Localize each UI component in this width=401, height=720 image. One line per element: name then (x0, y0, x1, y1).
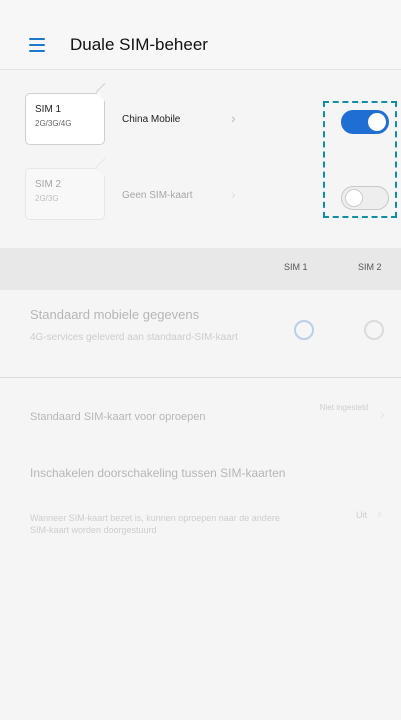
sim1-carrier[interactable]: China Mobile (122, 114, 180, 125)
page-title: Duale SIM-beheer (70, 35, 208, 54)
column-sim1: SIM 1 (284, 262, 308, 272)
sim2-toggle[interactable] (341, 186, 389, 210)
chevron-right-icon[interactable]: › (380, 406, 385, 422)
sim1-data-radio[interactable] (294, 320, 314, 340)
default-data-title: Standaard mobiele gegevens (30, 307, 200, 322)
sim1-network: 2G/3G/4G (35, 119, 72, 128)
chevron-right-icon[interactable]: › (231, 110, 236, 126)
sim2-name: SIM 2 (35, 179, 62, 190)
default-calls-title: Standaard SIM-kaart voor oproepen (30, 411, 206, 423)
sim2-carrier[interactable]: Geen SIM-kaart (122, 190, 193, 201)
chevron-right-icon[interactable]: › (377, 505, 382, 521)
top-bar: Duale SIM-beheer (0, 0, 401, 70)
sim2-card-icon: SIM 2 2G/3G (25, 168, 105, 220)
sim1-name: SIM 1 (35, 104, 62, 115)
call-forwarding-value: Uit (356, 510, 367, 520)
sim2-network: 2G/3G (35, 194, 59, 203)
column-sim2: SIM 2 (358, 262, 382, 272)
menu-icon[interactable] (29, 38, 45, 52)
sim2-data-radio[interactable] (364, 320, 384, 340)
call-forwarding-title: Inschakelen doorschakeling tussen SIM-ka… (30, 466, 286, 480)
call-forwarding-description: Wanneer SIM-kaart bezet is, kunnen oproe… (30, 513, 280, 535)
sim1-toggle[interactable] (341, 110, 389, 134)
default-calls-value: Niet ingesteld (319, 403, 369, 412)
sim-column-header (0, 248, 401, 290)
sim1-card-icon: SIM 1 2G/3G/4G (25, 93, 105, 145)
divider (0, 377, 401, 378)
default-data-description: 4G-services geleverd aan standaard-SIM-k… (30, 332, 238, 343)
chevron-right-icon[interactable]: › (231, 186, 236, 202)
